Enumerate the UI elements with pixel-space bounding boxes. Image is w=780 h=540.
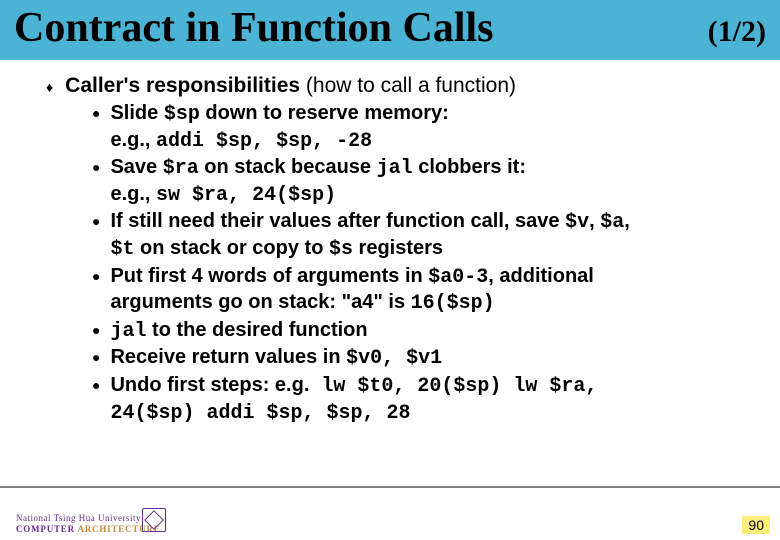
bullet-icon: ● <box>92 155 100 179</box>
bullet-icon: ● <box>92 264 100 288</box>
slide-title: Contract in Function Calls <box>14 4 494 52</box>
list-item: ● jal to the desired function <box>92 318 750 345</box>
bullet-icon: ● <box>92 209 100 233</box>
list-item: ● If still need their values after funct… <box>92 209 750 262</box>
bullet-text: Save $ra on stack because jal clobbers i… <box>110 155 750 208</box>
footer: National Tsing Hua University COMPUTER A… <box>0 486 780 540</box>
university-logo-icon <box>142 508 166 532</box>
content-area: ♦ Caller's responsibilities (how to call… <box>0 60 780 426</box>
list-item: ● Save $ra on stack because jal clobbers… <box>92 155 750 208</box>
title-bar: Contract in Function Calls (1/2) <box>0 0 780 60</box>
bullet-icon: ● <box>92 318 100 342</box>
bullet-text: Receive return values in $v0, $v1 <box>110 345 750 372</box>
bullet-text: Put first 4 words of arguments in $a0-3,… <box>110 264 750 317</box>
list-item: ● Undo first steps: e.g. lw $t0, 20($sp)… <box>92 373 750 426</box>
list-item: ● Put first 4 words of arguments in $a0-… <box>92 264 750 317</box>
university-name: National Tsing Hua University <box>16 513 161 523</box>
bullet-icon: ● <box>92 373 100 397</box>
page-number: 90 <box>742 516 770 534</box>
bullet-text: jal to the desired function <box>110 318 750 345</box>
bullet-icon: ● <box>92 345 100 369</box>
bullet-text: Undo first steps: e.g. lw $t0, 20($sp) l… <box>110 373 750 426</box>
slide-page-indicator: (1/2) <box>708 15 766 49</box>
diamond-icon: ♦ <box>46 75 53 99</box>
heading-rest: (how to call a function) <box>300 74 516 97</box>
list-item: ● Slide $sp down to reserve memory: e.g.… <box>92 101 750 154</box>
list-item: ● Receive return values in $v0, $v1 <box>92 345 750 372</box>
bullet-icon: ● <box>92 101 100 125</box>
department-name: COMPUTER ARCHITECTURE <box>16 524 161 534</box>
heading-bold: Caller's responsibilities <box>65 74 300 97</box>
footer-branding: National Tsing Hua University COMPUTER A… <box>16 513 161 534</box>
bullet-text: Slide $sp down to reserve memory: e.g., … <box>110 101 750 154</box>
bullet-text: If still need their values after functio… <box>110 209 750 262</box>
main-heading: Caller's responsibilities (how to call a… <box>65 74 516 98</box>
main-bullet: ♦ Caller's responsibilities (how to call… <box>46 74 750 99</box>
sub-bullet-list: ● Slide $sp down to reserve memory: e.g.… <box>92 101 750 426</box>
